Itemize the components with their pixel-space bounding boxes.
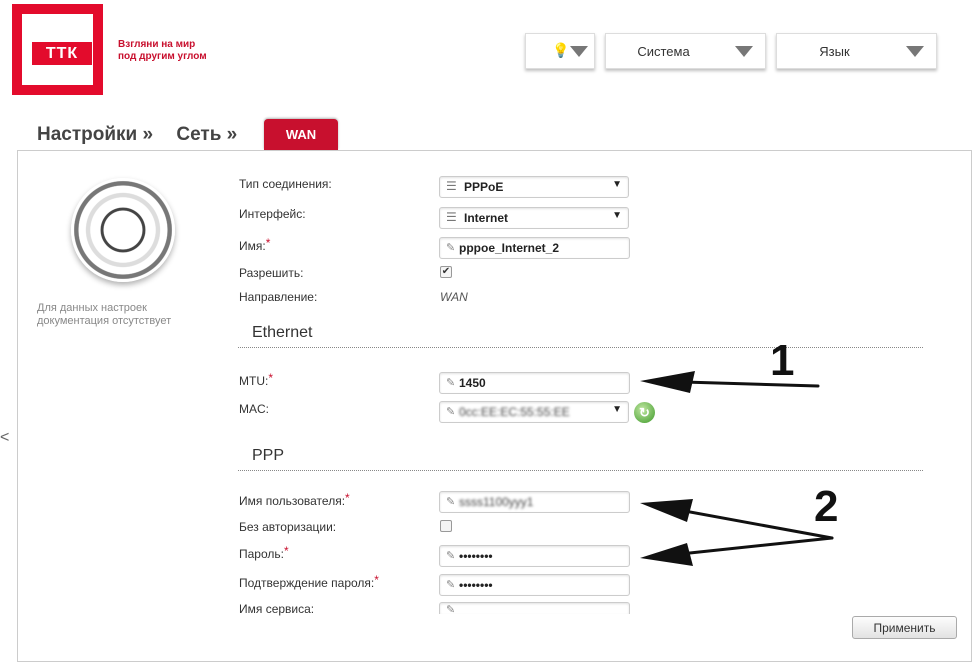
help-note: Для данных настроек документация отсутст… (37, 302, 171, 328)
ppp-divider (238, 470, 923, 471)
slogan-line1: Взгляни на мир (118, 39, 196, 50)
pencil-icon: ✎ (446, 550, 456, 562)
pencil-icon: ✎ (446, 579, 456, 591)
pencil-icon: ✎ (446, 377, 456, 389)
direction-value: WAN (440, 290, 468, 304)
collapse-arrow-icon[interactable]: < (0, 429, 9, 447)
logo-text: ТТК (32, 42, 92, 65)
username-label: Имя пользователя:* (239, 491, 350, 508)
annotation-marker-1: 1 (770, 336, 795, 385)
service-name-input[interactable]: ✎ (439, 602, 630, 616)
breadcrumb-settings[interactable]: Настройки » (37, 124, 153, 145)
password-input[interactable]: ✎ •••••••• (439, 545, 630, 567)
connection-type-select[interactable]: ☰ PPPoE ▼ (439, 176, 629, 198)
slogan-line2: под другим углом (118, 51, 207, 62)
chevron-down-icon (735, 46, 753, 57)
help-note-line2: документация отсутствует (37, 315, 172, 327)
mac-select[interactable]: ✎ 0cc:EE:EC:55:55:EE ▼ (439, 401, 629, 423)
connection-type-label: Тип соединения: (239, 177, 332, 191)
name-value: pppoe_Internet_2 (459, 241, 560, 255)
ethernet-section-title: Ethernet (252, 324, 313, 341)
tips-menu-button[interactable]: 💡 (525, 33, 595, 69)
service-name-label: Имя сервиса: (239, 602, 315, 616)
lifebuoy-icon (71, 178, 175, 282)
confirm-password-value: •••••••• (459, 578, 493, 592)
dropdown-arrow-icon: ▼ (612, 179, 622, 190)
ethernet-divider (238, 347, 923, 348)
annotation-marker-2: 2 (814, 482, 839, 531)
interface-value: Internet (464, 211, 509, 225)
mtu-input[interactable]: ✎ 1450 (439, 372, 630, 394)
pencil-icon: ✎ (446, 406, 456, 418)
language-menu-label: Язык (819, 44, 850, 59)
language-menu-button[interactable]: Язык (776, 33, 937, 69)
pencil-icon: ✎ (446, 496, 456, 508)
password-value: •••••••• (459, 549, 493, 563)
ppp-section-title: PPP (252, 447, 285, 464)
mac-label: MAC: (239, 402, 269, 416)
mac-value: 0cc:EE:EC:55:55:EE (459, 405, 570, 419)
connection-type-value: PPPoE (464, 180, 504, 194)
confirm-password-label: Подтверждение пароля:* (239, 573, 379, 590)
breadcrumb: Настройки » Сеть » (37, 124, 255, 146)
enable-checkbox[interactable]: ✔ (440, 266, 452, 278)
system-menu-button[interactable]: Система (605, 33, 766, 69)
no-auth-checkbox[interactable] (440, 520, 452, 532)
username-value: ssss1100yyy1 (459, 495, 534, 509)
lightbulb-icon: 💡 (552, 42, 570, 58)
name-input[interactable]: ✎ pppoe_Internet_2 (439, 237, 630, 259)
confirm-password-input[interactable]: ✎ •••••••• (439, 574, 630, 596)
pencil-icon: ✎ (446, 242, 456, 254)
interface-select[interactable]: ☰ Internet ▼ (439, 207, 629, 229)
interface-label: Интерфейс: (239, 207, 306, 221)
help-note-line1: Для данных настроек (37, 302, 147, 314)
chevron-down-icon (570, 46, 588, 57)
tab-wan[interactable]: WAN (264, 119, 338, 150)
mtu-value: 1450 (459, 376, 486, 390)
breadcrumb-network[interactable]: Сеть » (176, 124, 237, 145)
apply-button[interactable]: Применить (852, 616, 957, 639)
list-icon: ☰ (446, 210, 457, 224)
direction-label: Направление: (239, 290, 318, 304)
slogan: Взгляни на мир под другим углом (118, 39, 207, 63)
enable-label: Разрешить: (239, 266, 304, 280)
list-icon: ☰ (446, 179, 457, 193)
name-label: Имя:* (239, 236, 271, 253)
password-label: Пароль:* (239, 544, 289, 561)
dropdown-arrow-icon: ▼ (612, 210, 622, 221)
refresh-mac-icon[interactable]: ↻ (634, 402, 655, 423)
username-input[interactable]: ✎ ssss1100yyy1 (439, 491, 630, 513)
mtu-label: MTU:* (239, 371, 273, 388)
ttk-logo: ТТК (12, 4, 103, 95)
pencil-icon: ✎ (446, 604, 456, 616)
system-menu-label: Система (637, 44, 690, 59)
no-auth-label: Без авторизации: (239, 520, 337, 534)
dropdown-arrow-icon: ▼ (612, 404, 622, 415)
chevron-down-icon (906, 46, 924, 57)
